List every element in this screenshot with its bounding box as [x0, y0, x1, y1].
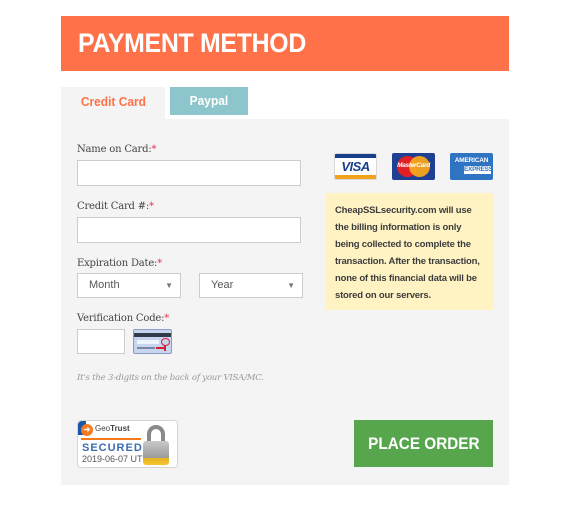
month-selected-value: Month [89, 279, 120, 291]
padlock-body [143, 441, 169, 465]
expiration-label: Expiration Date:* [77, 258, 162, 269]
expiration-label-text: Expiration Date: [77, 258, 158, 269]
visa-label: VISA [341, 159, 370, 174]
amex-label-top: AMERICAN [454, 157, 489, 164]
tab-credit-card-label: Credit Card [80, 94, 146, 109]
verification-code-label: Verification Code:* [77, 313, 169, 324]
mastercard-label: MasterCard [397, 162, 430, 169]
geotrust-logo-icon: ➜ [81, 424, 93, 436]
year-selected-value: Year [211, 279, 234, 291]
card-back-cvv-icon [133, 329, 172, 354]
place-order-label: PLACE ORDER [367, 434, 480, 453]
tab-credit-card[interactable]: Credit Card [61, 87, 165, 119]
card-number-label-text: Credit Card #: [77, 201, 150, 212]
verification-code-input[interactable] [77, 329, 125, 354]
verification-code-label-text: Verification Code: [77, 313, 165, 324]
brand-part-a: Geo [95, 424, 111, 433]
mastercard-icon: MasterCard [392, 153, 435, 180]
brand-part-b: Trust [110, 424, 130, 433]
geotrust-brand: GeoTrust [95, 424, 130, 433]
card-number-label: Credit Card #:* [77, 201, 154, 212]
card-number-input[interactable] [77, 217, 301, 243]
page-header: PAYMENT METHOD [61, 16, 509, 71]
name-on-card-label: Name on Card:* [77, 144, 157, 155]
page-title: PAYMENT METHOD [78, 28, 307, 58]
tab-paypal-label: Paypal [189, 93, 229, 108]
geotrust-secured-seal[interactable]: ➜ GeoTrust SECURED 2019-06-07 UTC [77, 420, 178, 468]
expiration-year-select[interactable]: Year ▼ [199, 273, 303, 298]
seal-status: SECURED [82, 442, 143, 454]
visa-icon: VISA [334, 153, 377, 180]
required-mark: * [149, 201, 154, 212]
cvv-hint: It's the 3-digits on the back of your VI… [77, 373, 264, 383]
amex-label-bottom: EXPRESS [464, 166, 493, 174]
tab-paypal[interactable]: Paypal [170, 87, 248, 115]
name-on-card-label-text: Name on Card: [77, 144, 152, 155]
dropdown-arrow-icon: ▼ [165, 281, 173, 290]
place-order-button[interactable]: PLACE ORDER [354, 420, 493, 467]
dropdown-arrow-icon: ▼ [287, 281, 295, 290]
required-mark: * [157, 258, 163, 269]
billing-notice: CheapSSLsecurity.com will use the billin… [325, 193, 493, 310]
name-on-card-input[interactable] [77, 160, 301, 186]
required-mark: * [164, 313, 170, 324]
seal-date: 2019-06-07 UTC [82, 454, 150, 464]
required-mark: * [151, 144, 157, 155]
american-express-icon: AMERICAN EXPRESS [450, 153, 493, 180]
expiration-month-select[interactable]: Month ▼ [77, 273, 181, 298]
